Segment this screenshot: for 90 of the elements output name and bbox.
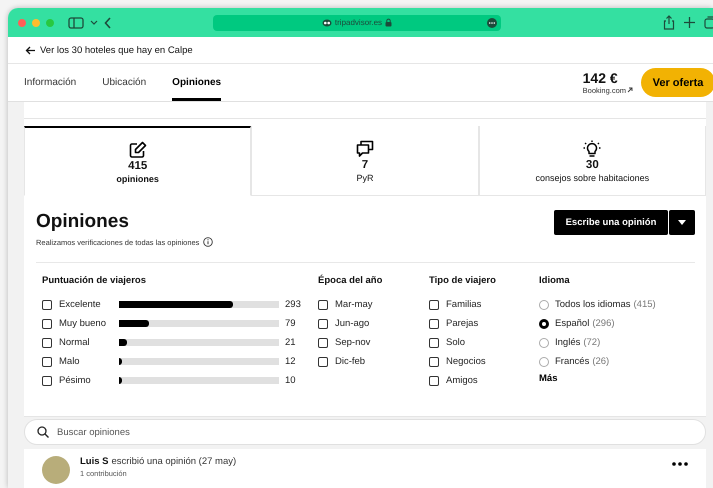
url-text: tripadvisor.es <box>334 18 382 27</box>
filter-option: Sep-nov <box>335 337 370 348</box>
filter-option: Mar-may <box>335 299 372 310</box>
radio-button[interactable] <box>539 338 549 348</box>
address-bar[interactable]: tripadvisor.es <box>213 14 501 30</box>
section-title: Opiniones <box>36 210 130 234</box>
plus-icon[interactable] <box>684 17 695 28</box>
tab-count: 30 <box>586 158 599 172</box>
filter-title: Época del año <box>318 275 384 288</box>
author-name[interactable]: Luis S <box>80 456 109 467</box>
tab-label: PyR <box>356 172 374 184</box>
more-link[interactable]: Más <box>539 373 695 384</box>
nav-tab[interactable]: Información <box>24 64 76 101</box>
chat-bubbles-icon <box>356 140 374 156</box>
radio-button[interactable] <box>539 318 549 328</box>
checkbox[interactable] <box>429 318 439 328</box>
filter-title: Idioma <box>539 275 571 288</box>
write-review-button[interactable]: Escribe una opinión <box>554 210 668 235</box>
checkbox[interactable] <box>429 300 439 310</box>
tab-label: consejos sobre habitaciones <box>536 172 650 184</box>
share-icon[interactable] <box>663 15 675 30</box>
checkbox[interactable] <box>42 318 52 328</box>
rating-count: 21 <box>285 337 296 348</box>
avatar <box>42 456 70 484</box>
filter-option: Parejas <box>446 318 478 329</box>
filter-option: Negocios <box>446 356 486 367</box>
more-icon[interactable] <box>487 18 497 28</box>
language-count: (296) <box>592 318 615 329</box>
back-icon[interactable] <box>104 16 112 28</box>
checkbox[interactable] <box>42 300 52 310</box>
checkbox[interactable] <box>429 376 439 386</box>
filter-title: Puntuación de viajeros <box>42 275 147 288</box>
filter-option: Familias <box>446 299 482 310</box>
chevron-down-icon[interactable] <box>90 20 98 26</box>
rating-count: 293 <box>285 299 301 310</box>
filter-option: Excelente <box>59 299 119 310</box>
sidebar-icon[interactable] <box>68 16 84 28</box>
caret-down-icon <box>678 220 686 225</box>
radio-button[interactable] <box>539 300 549 310</box>
checkbox[interactable] <box>318 300 328 310</box>
arrow-left-icon <box>25 46 36 54</box>
lightbulb-icon <box>583 140 602 156</box>
checkbox[interactable] <box>318 338 328 348</box>
checkbox[interactable] <box>318 356 328 366</box>
rating-count: 12 <box>285 356 296 367</box>
checkbox[interactable] <box>42 338 52 348</box>
checkbox[interactable] <box>42 376 52 386</box>
rating-count: 79 <box>285 318 296 329</box>
dropdown-button[interactable] <box>669 210 695 235</box>
summary-tab[interactable]: 7 PyR <box>251 126 479 196</box>
radio-button[interactable] <box>539 356 549 366</box>
search-field[interactable]: Buscar opiniones <box>24 419 706 445</box>
filter-option: Amigos <box>446 375 478 386</box>
filter-option: Solo <box>446 337 466 348</box>
filter-option: Español <box>555 318 590 329</box>
language-count: (72) <box>583 337 600 348</box>
nav-tab[interactable]: Ubicación <box>102 64 146 101</box>
filter-option: Pésimo <box>59 375 119 386</box>
language-count: (415) <box>634 299 656 310</box>
back-link[interactable]: Ver los 30 hoteles que hay en Calpe <box>25 44 193 56</box>
checkbox[interactable] <box>429 356 439 366</box>
tab-count: 415 <box>128 160 148 172</box>
more-options-icon[interactable] <box>672 462 688 466</box>
info-icon[interactable] <box>203 237 214 247</box>
filter-option: Jun-ago <box>335 318 370 329</box>
filter-option: Malo <box>59 356 119 367</box>
filter-option: Dic-feb <box>335 356 366 367</box>
view-offer-button[interactable]: Ver oferta <box>641 68 713 97</box>
external-link-icon <box>627 87 633 93</box>
summary-tab[interactable]: 30 consejos sobre habitaciones <box>478 126 706 196</box>
checkbox[interactable] <box>429 338 439 348</box>
filter-option: Muy bueno <box>59 318 119 329</box>
search-icon <box>37 426 49 438</box>
checkbox[interactable] <box>318 318 328 328</box>
rating-count: 10 <box>285 375 296 386</box>
price: 142 € <box>582 70 619 86</box>
summary-tab[interactable]: 415 opiniones <box>24 126 252 196</box>
review-meta: escribió una opinión (27 may) <box>112 456 236 467</box>
filter-title: Tipo de viajero <box>429 275 497 288</box>
checkbox[interactable] <box>42 356 52 366</box>
lock-icon <box>385 18 392 27</box>
language-count: (26) <box>592 356 610 367</box>
tab-count: 7 <box>362 158 368 172</box>
filter-option: Normal <box>59 337 119 348</box>
site-logo-icon <box>322 18 332 26</box>
filter-option: Inglés <box>555 337 580 348</box>
filter-option: Todos los idiomas <box>555 299 631 310</box>
filter-option: Francés <box>555 356 590 367</box>
tab-label: opiniones <box>116 172 159 184</box>
edit-icon <box>128 140 147 158</box>
